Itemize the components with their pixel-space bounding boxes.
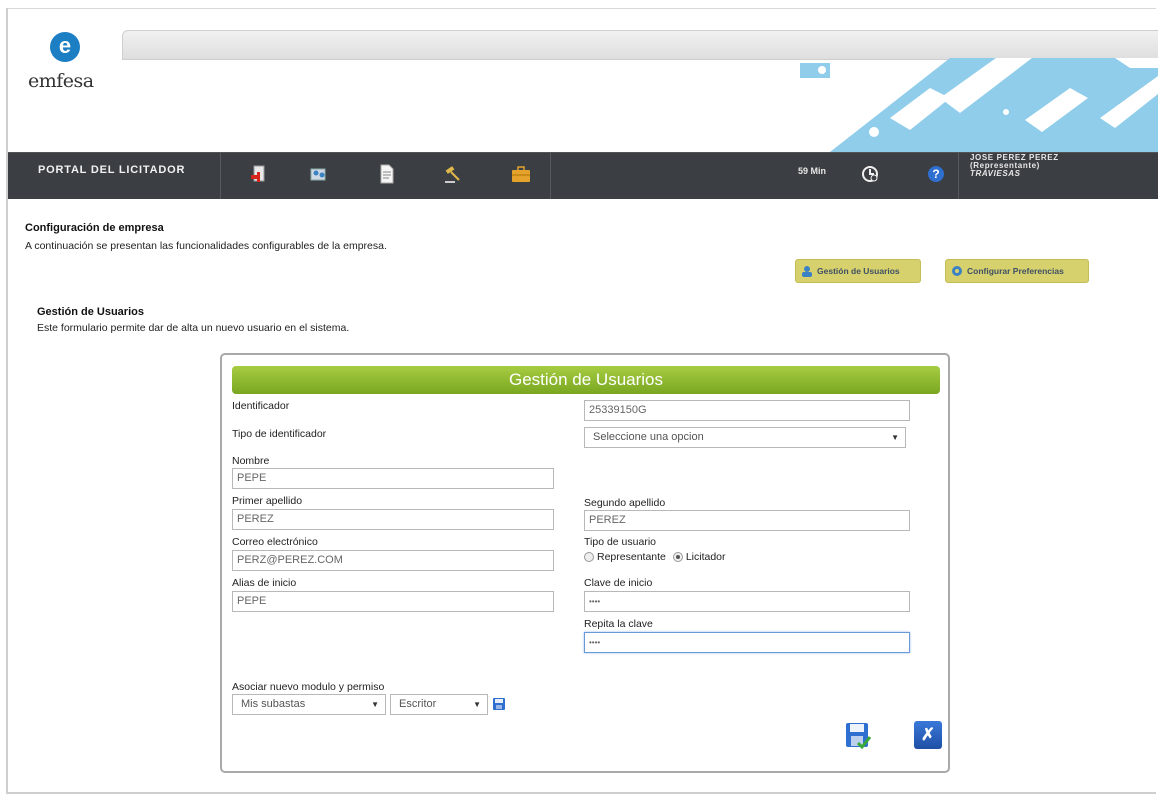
users-icon[interactable] xyxy=(308,163,330,185)
radio-licitador[interactable]: Licitador xyxy=(672,551,726,563)
identificador-input[interactable]: 25339150G xyxy=(584,400,910,421)
tipo-usuario-radios: Representante Licitador xyxy=(584,551,726,563)
nombre-label: Nombre xyxy=(232,455,270,467)
nav-divider xyxy=(958,153,959,199)
nombre-input[interactable]: PEPE xyxy=(232,468,554,489)
help-icon[interactable]: ? xyxy=(926,164,948,186)
primer-apellido-label: Primer apellido xyxy=(232,495,303,507)
window-frame-left xyxy=(6,8,8,793)
tipo-identificador-select[interactable]: Seleccione una opcion ▼ xyxy=(584,427,906,448)
save-icon[interactable] xyxy=(844,721,872,751)
repita-clave-label: Repita la clave xyxy=(584,618,653,630)
modulo-value: Mis subastas xyxy=(241,698,306,710)
segundo-apellido-input[interactable]: PEREZ xyxy=(584,510,910,531)
radio-licitador-label: Licitador xyxy=(685,551,726,563)
user-company: TRAVIESAS xyxy=(970,169,1021,178)
clave-label: Clave de inicio xyxy=(584,577,653,589)
email-input[interactable]: PERZ@PEREZ.COM xyxy=(232,550,554,571)
preferences-button[interactable]: Configurar Preferencias xyxy=(945,259,1089,283)
banner-decoration xyxy=(800,58,1158,152)
user-info[interactable]: JOSE PEREZ PEREZ (Representante) TRAVIES… xyxy=(970,154,1059,178)
portal-title: PORTAL DEL LICITADOR xyxy=(38,164,186,176)
gear-icon xyxy=(952,266,962,276)
logo-letter: e xyxy=(50,32,80,62)
email-label: Correo electrónico xyxy=(232,536,318,548)
radio-representante-label: Representante xyxy=(597,551,666,563)
logo-text: emfesa xyxy=(28,70,94,92)
chevron-down-icon: ▼ xyxy=(891,433,899,442)
auction-icon[interactable] xyxy=(442,163,464,185)
emfesa-logo[interactable]: e emfesa xyxy=(28,32,118,102)
clave-input[interactable]: •••• xyxy=(584,591,910,612)
header-strip xyxy=(122,30,1158,60)
window-frame-bottom xyxy=(6,792,1156,794)
config-description: A continuación se presentan las funciona… xyxy=(25,240,387,252)
nav-divider xyxy=(550,153,551,199)
document-icon[interactable] xyxy=(376,163,398,185)
permiso-value: Escritor xyxy=(399,698,437,710)
preferences-label: Configurar Preferencias xyxy=(967,266,1064,276)
users-section-title: Gestión de Usuarios xyxy=(37,306,144,318)
radio-representante[interactable]: Representante xyxy=(584,551,666,563)
chevron-down-icon: ▼ xyxy=(371,700,379,709)
form-header: Gestión de Usuarios xyxy=(232,366,940,394)
permiso-select[interactable]: Escritor ▼ xyxy=(390,694,488,715)
asociar-modulo-label: Asociar nuevo modulo y permiso xyxy=(232,681,385,693)
session-timer: 59 Min xyxy=(798,166,827,176)
users-section-description: Este formulario permite dar de alta un n… xyxy=(37,322,350,334)
nav-divider xyxy=(220,153,221,199)
window-frame-top xyxy=(6,8,1156,9)
repita-clave-input[interactable]: •••• xyxy=(584,632,910,653)
users-management-label: Gestión de Usuarios xyxy=(817,266,900,276)
briefcase-icon[interactable] xyxy=(510,163,532,185)
user-icon xyxy=(802,266,812,277)
exit-icon[interactable] xyxy=(248,163,270,185)
top-navbar: PORTAL DEL LICITADOR 59 Min ? JOSE PEREZ… xyxy=(8,152,1158,199)
users-management-button[interactable]: Gestión de Usuarios xyxy=(795,259,921,283)
svg-text:?: ? xyxy=(932,167,939,181)
tipo-identificador-label: Tipo de identificador xyxy=(232,428,327,440)
user-form-panel: Gestión de Usuarios Identificador 253391… xyxy=(220,353,950,773)
clock-refresh-icon[interactable] xyxy=(860,164,882,186)
identificador-label: Identificador xyxy=(232,400,290,412)
modulo-select[interactable]: Mis subastas ▼ xyxy=(232,694,386,715)
primer-apellido-input[interactable]: PEREZ xyxy=(232,509,554,530)
segundo-apellido-label: Segundo apellido xyxy=(584,497,666,509)
alias-label: Alias de inicio xyxy=(232,577,297,589)
alias-input[interactable]: PEPE xyxy=(232,591,554,612)
tipo-usuario-label: Tipo de usuario xyxy=(584,536,656,548)
save-module-icon[interactable] xyxy=(492,697,506,711)
config-title: Configuración de empresa xyxy=(25,222,164,234)
chevron-down-icon: ▼ xyxy=(473,700,481,709)
tipo-identificador-value: Seleccione una opcion xyxy=(593,431,704,443)
cancel-icon[interactable]: ✗ xyxy=(914,721,942,749)
